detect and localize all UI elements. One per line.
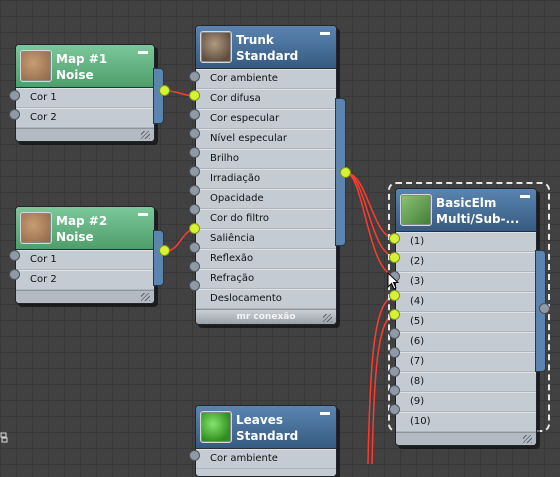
collapse-icon[interactable] [138, 51, 148, 54]
input-socket[interactable] [389, 233, 400, 244]
slot-row[interactable]: (9) [396, 392, 536, 412]
slot-row[interactable]: Saliência [196, 229, 336, 249]
node-map2[interactable]: Map #2 Noise Cor 1 Cor 2 [15, 206, 155, 304]
resize-grip-icon[interactable] [323, 314, 332, 322]
node-title: BasicElm Multi/Sub-... [436, 196, 520, 226]
input-socket[interactable] [189, 242, 200, 253]
collapse-icon[interactable] [520, 195, 530, 198]
slot-row[interactable]: (8) [396, 372, 536, 392]
input-socket[interactable] [189, 185, 200, 196]
node-footer [16, 290, 154, 303]
slot-row[interactable]: Cor especular [196, 109, 336, 129]
collapse-icon[interactable] [138, 213, 148, 216]
node-header[interactable]: BasicElm Multi/Sub-... [396, 189, 536, 232]
input-socket[interactable] [9, 90, 20, 101]
node-header[interactable]: Trunk Standard [196, 26, 336, 69]
node-output-tab[interactable] [153, 68, 164, 124]
node-footer [396, 432, 536, 445]
mr-connection-bar[interactable]: mr conexão [196, 309, 336, 324]
material-preview-thumbnail [400, 194, 432, 226]
input-socket[interactable] [189, 147, 200, 158]
slot-row[interactable]: Cor difusa [196, 89, 336, 109]
slot-row[interactable]: Brilho [196, 149, 336, 169]
slot-row[interactable]: (7) [396, 352, 536, 372]
slot-row[interactable]: Irradiação [196, 169, 336, 189]
input-socket[interactable] [9, 269, 20, 280]
mouse-cursor-icon [387, 272, 400, 290]
slot-row[interactable]: Opacidade [196, 189, 336, 209]
node-output-tab[interactable] [153, 230, 164, 286]
input-socket[interactable] [389, 347, 400, 358]
collapse-icon[interactable] [320, 32, 330, 35]
resize-grip-icon[interactable] [141, 293, 150, 301]
slot-row[interactable]: (1) [396, 232, 536, 252]
input-socket[interactable] [389, 366, 400, 377]
slot-row[interactable]: (6) [396, 332, 536, 352]
node-header[interactable]: Map #2 Noise [16, 207, 154, 250]
input-socket[interactable] [189, 109, 200, 120]
material-preview-thumbnail [200, 411, 232, 443]
slot-row[interactable]: Cor 2 [16, 108, 154, 128]
slot-row[interactable]: (4) [396, 292, 536, 312]
slot-row[interactable]: Cor do filtro [196, 209, 336, 229]
node-title: Leaves Standard [236, 413, 299, 443]
resize-grip-icon[interactable] [523, 435, 532, 443]
collapse-icon[interactable] [320, 412, 330, 415]
slot-row[interactable]: Refração [196, 269, 336, 289]
node-title: Trunk Standard [236, 33, 299, 63]
slot-row[interactable]: Cor 1 [16, 88, 154, 108]
slot-row[interactable]: Reflexão [196, 249, 336, 269]
input-socket[interactable] [389, 309, 400, 320]
input-socket[interactable] [189, 128, 200, 139]
node-trunk[interactable]: Trunk Standard Cor ambiente Cor difusa Co… [195, 25, 337, 325]
node-footer [16, 128, 154, 141]
node-leaves[interactable]: Leaves Standard Cor ambiente [195, 405, 337, 477]
input-socket[interactable] [189, 261, 200, 272]
node-basicelm[interactable]: BasicElm Multi/Sub-... (1) (2) (3) (4) (5… [395, 188, 537, 446]
slot-row[interactable]: (3) [396, 272, 536, 292]
node-header[interactable]: Map #1 Noise [16, 45, 154, 88]
input-socket[interactable] [189, 90, 200, 101]
slot-row[interactable]: Cor 1 [16, 250, 154, 270]
node-title: Map #2 Noise [56, 214, 108, 244]
node-header[interactable]: Leaves Standard [196, 406, 336, 449]
slot-row[interactable]: Cor ambiente [196, 69, 336, 89]
input-socket[interactable] [389, 328, 400, 339]
slot-row[interactable]: (5) [396, 312, 536, 332]
input-socket[interactable] [9, 109, 20, 120]
slot-row[interactable]: Nível especular [196, 129, 336, 149]
slot-row[interactable]: Cor 2 [16, 270, 154, 290]
slot-row[interactable]: (10) [396, 412, 536, 432]
slot-row[interactable]: Cor ambiente [196, 449, 336, 469]
resize-grip-icon[interactable] [141, 131, 150, 139]
material-preview-thumbnail [200, 31, 232, 63]
material-preview-thumbnail [20, 212, 52, 244]
output-socket[interactable] [340, 167, 351, 178]
node-map1[interactable]: Map #1 Noise Cor 1 Cor 2 [15, 44, 155, 142]
input-socket[interactable] [189, 71, 200, 82]
input-socket[interactable] [189, 450, 200, 461]
output-socket[interactable] [539, 303, 550, 314]
input-socket[interactable] [389, 404, 400, 415]
output-socket[interactable] [159, 85, 170, 96]
node-title: Map #1 Noise [56, 52, 108, 82]
slot-row[interactable]: Deslocamento [196, 289, 336, 309]
link-icon [0, 432, 8, 443]
input-socket[interactable] [189, 223, 200, 234]
input-socket[interactable] [389, 252, 400, 263]
input-socket[interactable] [189, 204, 200, 215]
slot-row[interactable]: (2) [396, 252, 536, 272]
output-socket[interactable] [159, 245, 170, 256]
input-socket[interactable] [9, 250, 20, 261]
input-socket[interactable] [189, 166, 200, 177]
input-socket[interactable] [189, 280, 200, 291]
material-preview-thumbnail [20, 50, 52, 82]
input-socket[interactable] [389, 385, 400, 396]
